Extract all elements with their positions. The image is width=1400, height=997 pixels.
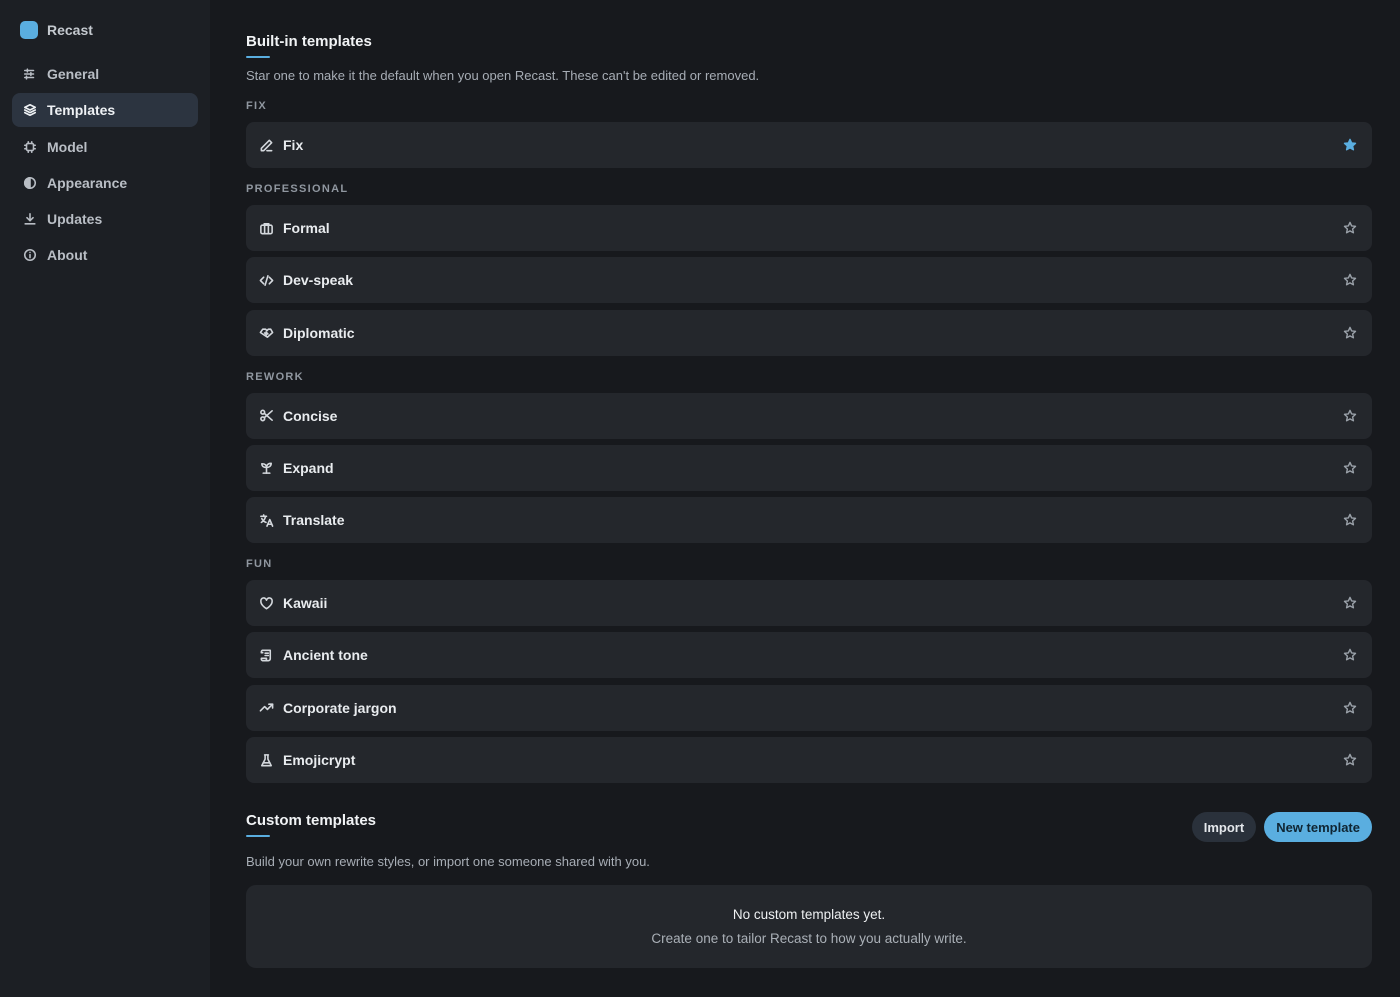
sidebar-item-general[interactable]: General xyxy=(12,57,198,91)
sidebar-item-updates[interactable]: Updates xyxy=(12,202,198,236)
builtin-section: Built-in templates Star one to make it t… xyxy=(246,32,1372,784)
empty-state: No custom templates yet. Create one to t… xyxy=(246,885,1372,969)
empty-state-subtitle: Create one to tailor Recast to how you a… xyxy=(651,930,967,946)
builtin-description: Star one to make it the default when you… xyxy=(246,68,760,83)
scissors-icon xyxy=(258,408,274,424)
template-row-expand[interactable]: Expand xyxy=(246,444,1372,491)
heart-icon xyxy=(258,595,274,611)
title-underline xyxy=(246,835,270,838)
template-row-emojicrypt[interactable]: Emojicrypt xyxy=(246,737,1372,784)
star-icon[interactable] xyxy=(1342,752,1358,768)
template-label: Corporate jargon xyxy=(283,699,397,716)
template-label: Concise xyxy=(283,407,338,424)
trending-up-icon xyxy=(258,700,274,716)
group-label-fun: FUN xyxy=(246,558,273,571)
star-icon[interactable] xyxy=(1342,325,1358,341)
star-filled-icon[interactable] xyxy=(1342,137,1358,153)
template-row-diplomatic[interactable]: Diplomatic xyxy=(246,309,1372,356)
custom-section: Custom templates Import New template Bui… xyxy=(246,811,1372,969)
pencil-icon xyxy=(258,137,274,153)
template-label: Kawaii xyxy=(283,595,328,612)
sidebar: Recast General Templates Model Appearance Up… xyxy=(0,0,210,997)
flask-icon xyxy=(258,752,274,768)
new-template-button[interactable]: New template xyxy=(1264,812,1372,843)
template-row-concise[interactable]: Concise xyxy=(246,392,1372,439)
handshake-icon xyxy=(258,325,274,341)
template-label: Diplomatic xyxy=(283,324,355,341)
sidebar-item-label: Appearance xyxy=(47,174,128,191)
brand: Recast xyxy=(20,20,198,40)
layers-icon xyxy=(23,103,37,117)
download-icon xyxy=(23,212,37,226)
main-content: Built-in templates Star one to make it t… xyxy=(210,0,1400,997)
custom-title: Custom templates xyxy=(246,812,377,830)
template-label: Fix xyxy=(283,137,304,153)
sidebar-item-label: Templates xyxy=(47,102,116,119)
group-label-fix: FIX xyxy=(246,100,268,112)
template-label: Dev-speak xyxy=(283,272,354,289)
briefcase-icon xyxy=(258,220,274,236)
template-groups: FIX Fix PROFESSIONAL Formal Dev-speak Diploma… xyxy=(246,99,1372,784)
scroll-icon xyxy=(258,647,274,663)
star-icon[interactable] xyxy=(1342,460,1358,476)
group-label-rework: REWORK xyxy=(246,370,304,383)
sidebar-item-model[interactable]: Model xyxy=(12,130,198,164)
import-button[interactable]: Import xyxy=(1191,812,1257,843)
contrast-icon xyxy=(23,176,37,190)
template-label: Expand xyxy=(283,459,334,476)
custom-description: Build your own rewrite styles, or import… xyxy=(246,854,650,870)
template-row-corporate-jargon[interactable]: Corporate jargon xyxy=(246,684,1372,731)
app-name: Recast xyxy=(47,22,93,38)
translate-icon xyxy=(258,512,274,528)
star-icon[interactable] xyxy=(1342,220,1358,236)
sprout-icon xyxy=(258,460,274,476)
sidebar-item-templates[interactable]: Templates xyxy=(12,93,198,128)
star-icon[interactable] xyxy=(1342,272,1358,288)
template-row-dev-speak[interactable]: Dev-speak xyxy=(246,257,1372,304)
star-icon[interactable] xyxy=(1342,512,1358,528)
sliders-icon xyxy=(23,67,37,81)
sidebar-item-label: About xyxy=(47,247,88,264)
custom-heading: Custom templates xyxy=(246,811,377,838)
template-label: Emojicrypt xyxy=(283,752,356,769)
template-row-fix[interactable]: Fix xyxy=(246,122,1372,168)
app-logo xyxy=(20,21,38,39)
sidebar-item-label: Model xyxy=(47,138,88,155)
template-label: Translate xyxy=(283,512,345,529)
template-label: Ancient tone xyxy=(283,647,368,664)
star-icon[interactable] xyxy=(1342,647,1358,663)
template-row-formal[interactable]: Formal xyxy=(246,205,1372,251)
sidebar-item-about[interactable]: About xyxy=(12,238,198,272)
app-window: Recast General Templates Model Appearance Up… xyxy=(0,0,1400,997)
star-icon[interactable] xyxy=(1342,408,1358,424)
sidebar-nav: General Templates Model Appearance Updates Ab… xyxy=(12,57,198,272)
sidebar-item-label: General xyxy=(47,66,100,82)
star-icon[interactable] xyxy=(1342,700,1358,716)
template-row-kawaii[interactable]: Kawaii xyxy=(246,580,1372,627)
sidebar-item-label: Updates xyxy=(47,211,103,228)
group-label-professional: PROFESSIONAL xyxy=(246,183,349,195)
custom-header: Custom templates Import New template xyxy=(246,811,1372,843)
sidebar-item-appearance[interactable]: Appearance xyxy=(12,166,198,200)
info-icon xyxy=(23,248,37,262)
builtin-title: Built-in templates xyxy=(246,33,372,50)
custom-actions: Import New template xyxy=(1191,812,1372,843)
title-underline xyxy=(246,56,270,58)
template-row-translate[interactable]: Translate xyxy=(246,497,1372,544)
template-label: Formal xyxy=(283,220,330,236)
empty-state-title: No custom templates yet. xyxy=(732,906,886,922)
code-icon xyxy=(258,272,274,288)
star-icon[interactable] xyxy=(1342,595,1358,611)
chip-icon xyxy=(23,140,37,154)
template-row-ancient-tone[interactable]: Ancient tone xyxy=(246,632,1372,679)
